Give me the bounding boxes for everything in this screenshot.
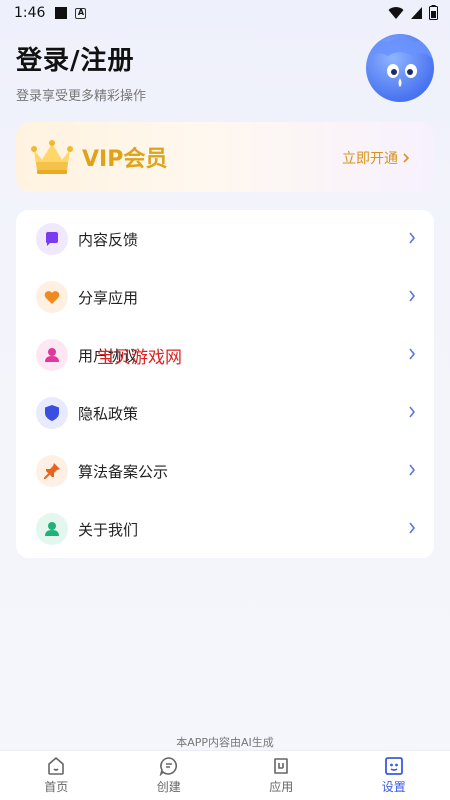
tab-home[interactable]: 首页 [0,751,113,800]
vip-banner[interactable]: VIP会员 立即开通 [16,122,434,192]
apps-icon [274,758,289,774]
chevron-right-icon [409,522,416,534]
chevron-right-icon [409,232,416,244]
login-header[interactable]: 登录/注册 登录享受更多精彩操作 [16,40,146,104]
menu-item-label: 隐私政策 [78,404,139,423]
chevron-right-icon [403,153,410,163]
vip-open-button[interactable]: 立即开通 [342,148,410,168]
menu-item-share[interactable]: 分享应用 [16,268,434,326]
tab-label: 设置 [381,780,406,794]
watermark-text: 宝贝游戏网 [97,348,182,368]
status-bar: 1:46 A [0,0,450,26]
message-icon [36,223,68,255]
heart-icon [36,281,68,313]
app-notification-icon: A [75,7,87,19]
menu-item-label: 算法备案公示 [78,462,169,481]
tab-label: 创建 [156,780,181,794]
menu-item-label: 内容反馈 [78,230,139,249]
person-icon [36,513,68,545]
menu-item-user-agreement[interactable]: 用户协议 [16,326,434,384]
tab-settings[interactable]: 设置 [338,751,450,800]
home-icon [48,757,65,775]
tab-apps[interactable]: 应用 [225,751,338,800]
menu-item-feedback[interactable]: 内容反馈 [16,210,434,268]
page-title[interactable]: 登录/注册 [16,40,146,77]
battery-icon [429,5,438,20]
chevron-right-icon [409,348,416,360]
chevron-right-icon [409,290,416,302]
notification-icon [55,7,68,19]
page-subtitle: 登录享受更多精彩操作 [16,89,147,104]
avatar[interactable] [366,34,434,102]
tab-create[interactable]: 创建 [113,751,226,800]
vip-label: VIP会员 [82,147,168,172]
menu-item-about[interactable]: 关于我们 [16,500,434,558]
vip-open-label: 立即开通 [342,151,398,167]
tab-label: 应用 [269,780,294,794]
menu-item-algorithm-filing[interactable]: 算法备案公示 [16,442,434,500]
settings-icon [384,757,403,775]
status-time: 1:46 [14,5,46,21]
user-icon [36,339,68,371]
menu-item-privacy[interactable]: 隐私政策 [16,384,434,442]
ai-content-notice: 本APP内容由AI生成 [176,736,274,749]
menu-item-label: 分享应用 [78,288,139,307]
wifi-icon [388,6,404,19]
signal-icon [411,6,422,19]
chat-icon [159,757,177,776]
settings-menu: 内容反馈 分享应用 用户协议 隐私政策 算法备案公示 关于我们 [16,210,434,558]
bottom-tab-bar: 首页 创建 应用 设置 [0,750,450,800]
shield-icon [36,397,68,429]
avatar-face-icon [368,38,432,87]
chevron-right-icon [409,406,416,418]
chevron-right-icon [409,464,416,476]
tab-label: 首页 [44,780,69,794]
crown-icon [31,140,73,174]
menu-item-label: 关于我们 [78,520,139,539]
pin-icon [36,455,68,487]
